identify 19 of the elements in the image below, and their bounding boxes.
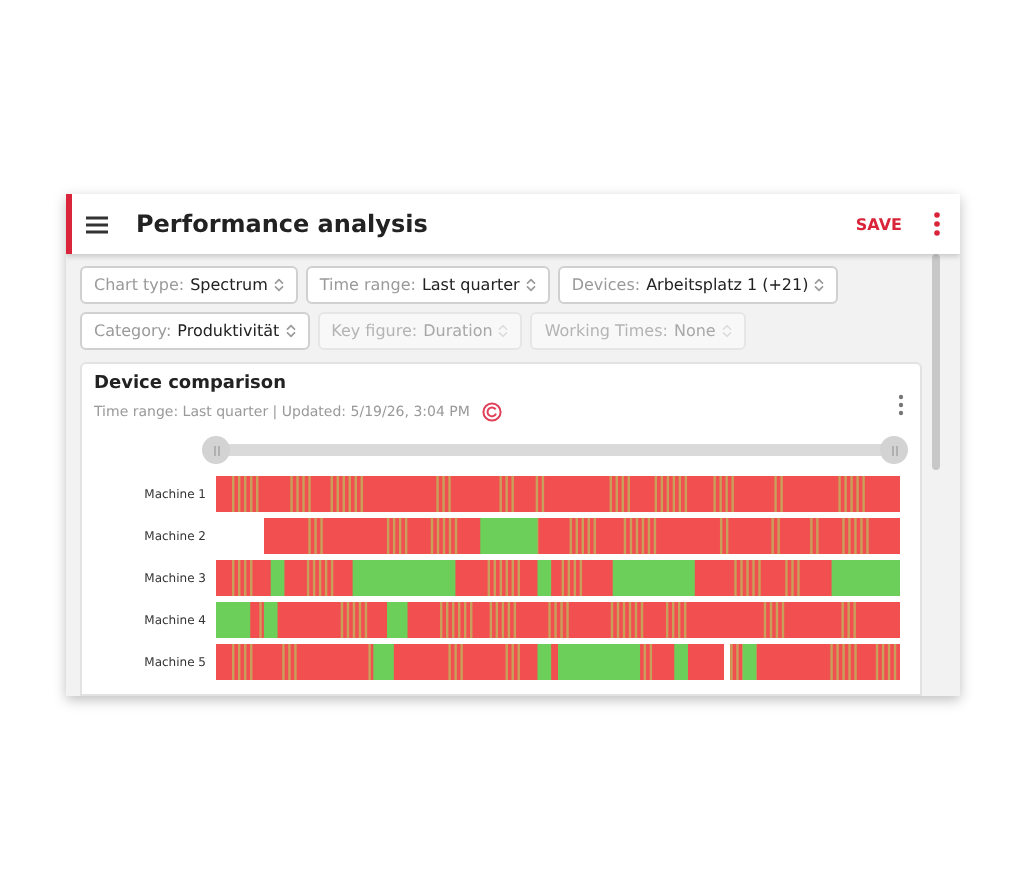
card-title: Device comparison <box>94 374 288 394</box>
more-button[interactable] <box>894 390 908 420</box>
filter-dropdown[interactable]: Chart type: Spectrum <box>80 266 298 304</box>
slider-handle[interactable] <box>880 436 908 464</box>
slider-handle[interactable] <box>202 436 230 464</box>
sort-icon <box>498 324 509 338</box>
more-button[interactable] <box>930 208 944 240</box>
sort-icon <box>285 324 296 338</box>
save-button[interactable]: SAVE <box>847 211 910 237</box>
filter-dropdown[interactable]: Time range: Last quarter <box>305 266 550 304</box>
sort-icon <box>721 324 732 338</box>
sort-icon <box>273 278 284 292</box>
range-slider[interactable] <box>202 436 908 464</box>
filter-dropdown[interactable]: Devices: Arbeitsplatz 1 (+21) <box>557 266 839 304</box>
page-title: Performance analysis <box>136 210 430 238</box>
sort-icon <box>814 278 825 292</box>
sort-icon <box>525 278 536 292</box>
menu-button[interactable] <box>82 211 112 237</box>
filter-dropdown[interactable]: Category: Produktivität <box>80 312 310 350</box>
